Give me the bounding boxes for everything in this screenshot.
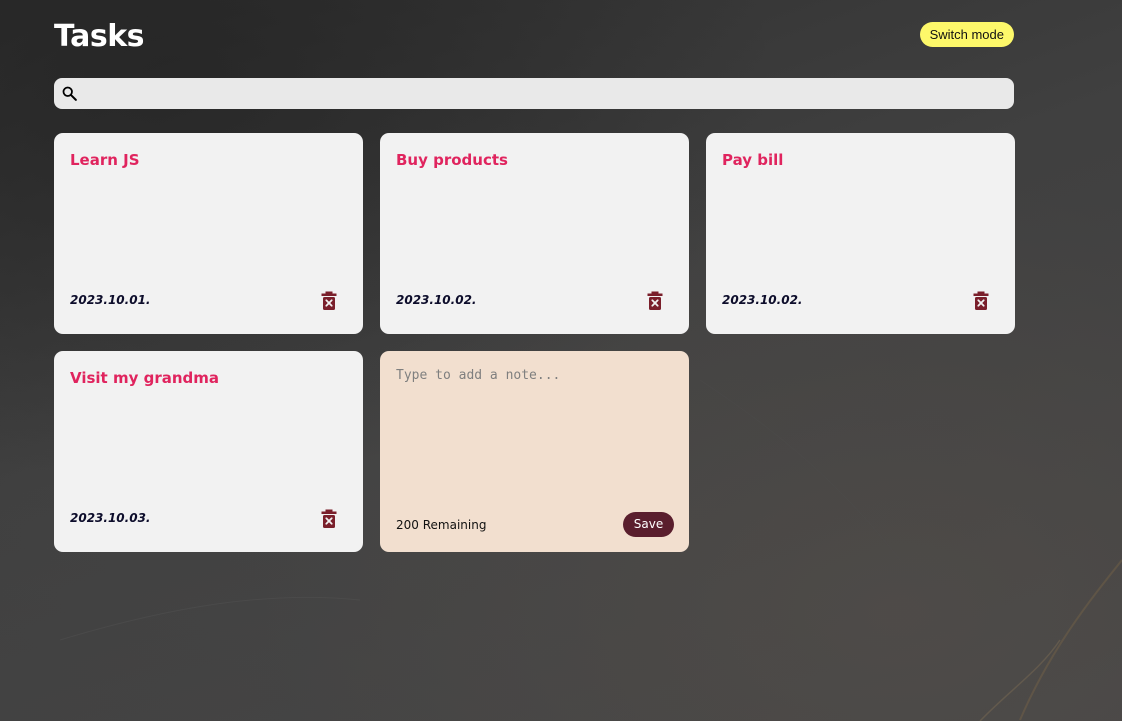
note-date: 2023.10.02. [722, 293, 803, 307]
note-title: Learn JS [70, 151, 140, 169]
trash-icon [973, 291, 989, 310]
switch-mode-button[interactable]: Switch mode [919, 22, 1014, 47]
note-title: Pay bill [722, 151, 784, 169]
trash-icon [321, 509, 337, 528]
delete-note-button[interactable] [645, 290, 665, 312]
page-title: Tasks [54, 19, 145, 54]
note-card: Learn JS 2023.10.01. [54, 133, 363, 334]
note-date: 2023.10.03. [70, 511, 151, 525]
note-card: Pay bill 2023.10.02. [706, 133, 1015, 334]
new-note-card: 200 Remaining Save [380, 351, 689, 552]
header: Tasks Switch mode [54, 17, 1014, 57]
trash-icon [321, 291, 337, 310]
note-card: Visit my grandma 2023.10.03. [54, 351, 363, 552]
note-title: Buy products [396, 151, 508, 169]
search-icon [62, 86, 77, 101]
delete-note-button[interactable] [319, 508, 339, 530]
remaining-characters: 200 Remaining [396, 518, 487, 532]
save-button[interactable]: Save [623, 512, 674, 537]
new-note-textarea[interactable] [396, 368, 671, 498]
note-date: 2023.10.02. [396, 293, 477, 307]
note-title: Visit my grandma [70, 369, 220, 387]
note-card: Buy products 2023.10.02. [380, 133, 689, 334]
trash-icon [647, 291, 663, 310]
delete-note-button[interactable] [971, 290, 991, 312]
search-input[interactable] [84, 78, 1008, 111]
notes-list: Learn JS 2023.10.01. Buy products 2023.1… [54, 133, 1015, 552]
note-date: 2023.10.01. [70, 293, 151, 307]
delete-note-button[interactable] [319, 290, 339, 312]
search-bar[interactable] [54, 78, 1014, 111]
